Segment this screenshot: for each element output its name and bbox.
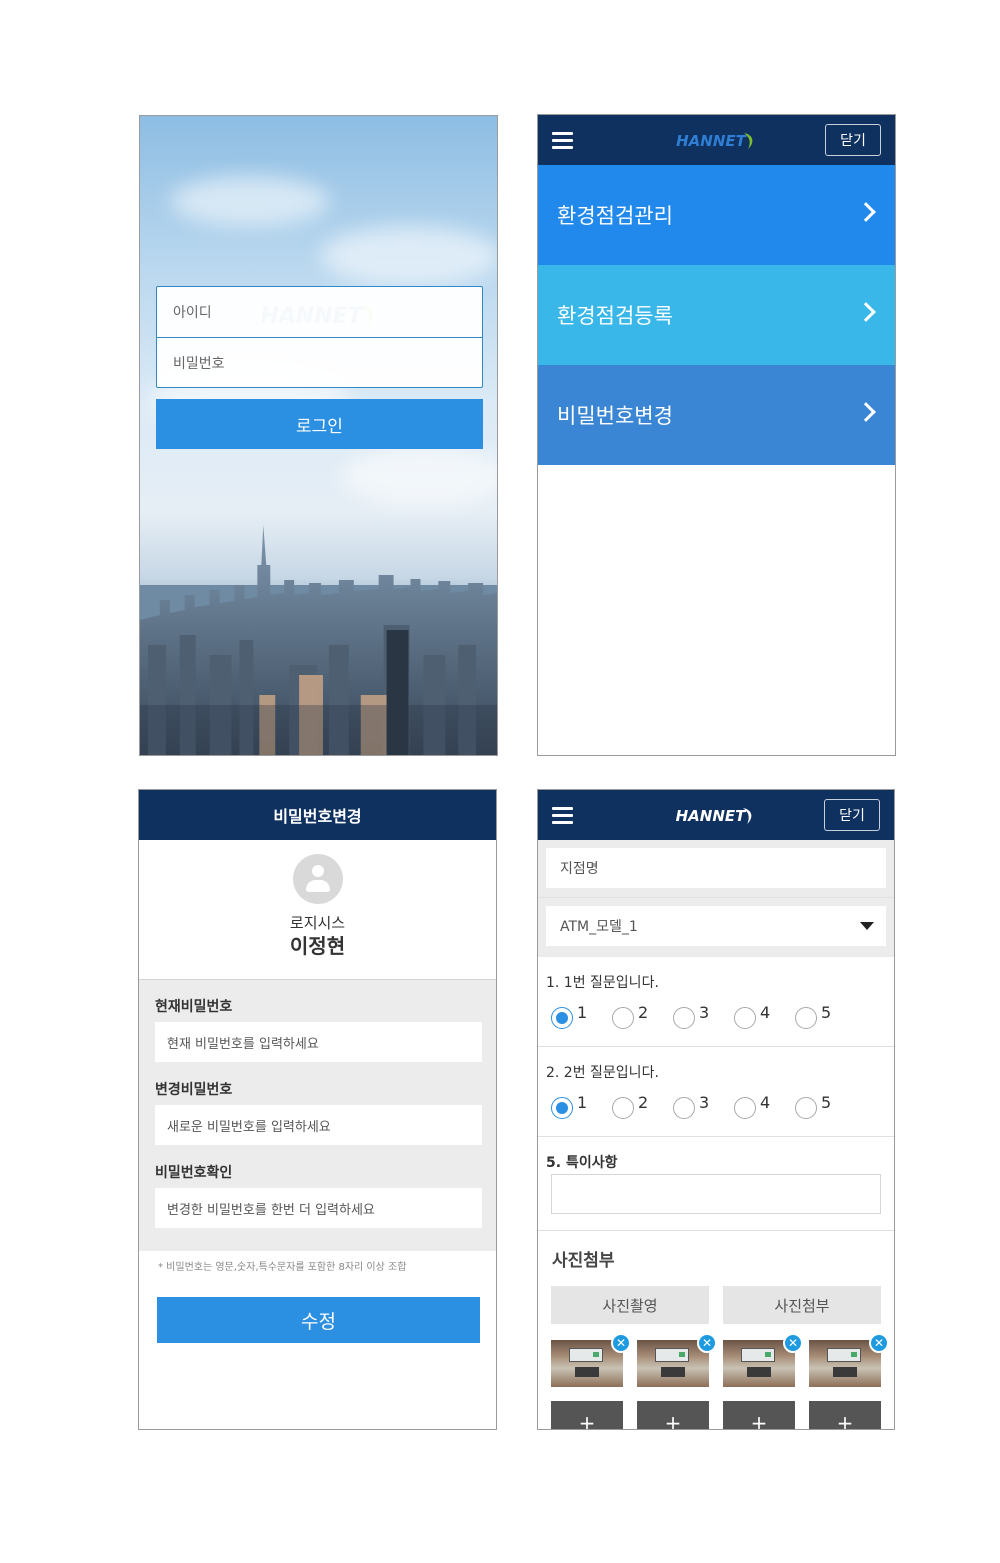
new-password-label: 변경비밀번호: [155, 1082, 233, 1098]
radio-option[interactable]: 4: [734, 1093, 795, 1119]
take-photo-button[interactable]: 사진촬영: [551, 1286, 709, 1324]
new-password-input[interactable]: 새로운 비밀번호를 입력하세요: [155, 1105, 482, 1145]
photo-thumbnail[interactable]: ✕: [809, 1333, 889, 1387]
chevron-right-icon: [856, 202, 876, 222]
radio-label: 2: [638, 1093, 649, 1112]
app-header: HANNET 닫기: [538, 790, 894, 840]
photo-thumbnail[interactable]: ✕: [723, 1333, 803, 1387]
close-button[interactable]: 닫기: [824, 799, 880, 831]
login-screen: HANNET 아이디 비밀번호 로그인: [139, 115, 498, 756]
remove-photo-icon[interactable]: ✕: [697, 1333, 717, 1353]
model-select[interactable]: ATM_모델_1: [546, 906, 886, 946]
confirm-password-label: 비밀번호확인: [155, 1165, 233, 1181]
radio-unchecked-icon[interactable]: [673, 1097, 695, 1119]
radio-label: 2: [638, 1003, 649, 1022]
login-button[interactable]: 로그인: [156, 399, 483, 449]
id-input[interactable]: 아이디: [157, 287, 482, 337]
remarks-input[interactable]: [551, 1174, 881, 1214]
radio-label: 5: [821, 1003, 832, 1022]
radio-option[interactable]: 2: [612, 1003, 673, 1029]
dropdown-arrow-icon: [860, 922, 874, 930]
radio-unchecked-icon[interactable]: [795, 1007, 817, 1029]
photo-thumbnail[interactable]: ✕: [551, 1333, 631, 1387]
remove-photo-icon[interactable]: ✕: [783, 1333, 803, 1353]
menu-screen: HANNET 닫기 환경점검관리 환경점검등록 비밀번호변경: [537, 114, 896, 756]
password-fields: 현재비밀번호 현재 비밀번호를 입력하세요 변경비밀번호 새로운 비밀번호를 입…: [139, 979, 496, 1251]
question-1-title: 1. 1번 질문입니다.: [546, 975, 659, 991]
question-2-options: 1 2 3 4 5: [551, 1093, 856, 1119]
login-form: 아이디 비밀번호: [156, 286, 483, 388]
attach-photo-button[interactable]: 사진첨부: [723, 1286, 881, 1324]
menu-item-password-change[interactable]: 비밀번호변경: [538, 365, 895, 465]
question-2-title: 2. 2번 질문입니다.: [546, 1065, 659, 1081]
radio-label: 4: [760, 1093, 771, 1112]
page-title: 비밀번호변경: [139, 790, 496, 840]
submit-button[interactable]: 수정: [157, 1297, 480, 1343]
user-name: 이정현: [289, 934, 346, 958]
chevron-right-icon: [856, 402, 876, 422]
menu-item-environment-registration[interactable]: 환경점검등록: [538, 265, 895, 365]
radio-option[interactable]: 1: [551, 1093, 612, 1119]
close-button[interactable]: 닫기: [825, 124, 881, 156]
inspection-form-screen: HANNET 닫기 지점명 ATM_모델_1 1. 1번 질문입니다. 1 2 3 4…: [537, 789, 895, 1430]
add-photo-tile[interactable]: +: [551, 1401, 623, 1429]
radio-checked-icon[interactable]: [551, 1007, 573, 1029]
remarks-label: 5. 특이사항: [546, 1155, 618, 1171]
radio-checked-icon[interactable]: [551, 1097, 573, 1119]
radio-label: 3: [699, 1003, 710, 1022]
radio-option[interactable]: 2: [612, 1093, 673, 1119]
avatar: [293, 854, 343, 904]
radio-label: 1: [577, 1003, 588, 1022]
radio-option[interactable]: 3: [673, 1003, 734, 1029]
radio-option[interactable]: 1: [551, 1003, 612, 1029]
radio-label: 1: [577, 1093, 588, 1112]
confirm-password-input[interactable]: 변경한 비밀번호를 한번 더 입력하세요: [155, 1188, 482, 1228]
app-header: HANNET 닫기: [538, 115, 895, 165]
password-input[interactable]: 비밀번호: [157, 337, 482, 387]
password-rule-note: * 비밀번호는 영문,숫자,특수문자를 포함한 8자리 이상 조합: [158, 1262, 407, 1273]
radio-label: 3: [699, 1093, 710, 1112]
radio-label: 5: [821, 1093, 832, 1112]
radio-unchecked-icon[interactable]: [673, 1007, 695, 1029]
photo-section-title: 사진첨부: [552, 1251, 615, 1271]
radio-option[interactable]: 5: [795, 1093, 856, 1119]
add-photo-tile[interactable]: +: [637, 1401, 709, 1429]
question-1-options: 1 2 3 4 5: [551, 1003, 856, 1029]
radio-unchecked-icon[interactable]: [612, 1007, 634, 1029]
add-photo-tile[interactable]: +: [809, 1401, 881, 1429]
photo-thumbnail[interactable]: ✕: [637, 1333, 717, 1387]
radio-unchecked-icon[interactable]: [612, 1097, 634, 1119]
menu-item-environment-management[interactable]: 환경점검관리: [538, 165, 895, 265]
remove-photo-icon[interactable]: ✕: [869, 1333, 889, 1353]
logo-swoosh-icon: [743, 133, 753, 149]
logo-swoosh-icon: [743, 808, 752, 824]
radio-option[interactable]: 3: [673, 1093, 734, 1119]
radio-option[interactable]: 5: [795, 1003, 856, 1029]
radio-unchecked-icon[interactable]: [734, 1007, 756, 1029]
radio-unchecked-icon[interactable]: [795, 1097, 817, 1119]
password-change-screen: 비밀번호변경 로지시스 이정현 현재비밀번호 현재 비밀번호를 입력하세요 변경…: [138, 789, 497, 1430]
radio-option[interactable]: 4: [734, 1003, 795, 1029]
branch-input[interactable]: 지점명: [546, 848, 886, 888]
current-password-input[interactable]: 현재 비밀번호를 입력하세요: [155, 1022, 482, 1062]
add-photo-tile[interactable]: +: [723, 1401, 795, 1429]
chevron-right-icon: [856, 302, 876, 322]
current-password-label: 현재비밀번호: [155, 999, 233, 1015]
radio-unchecked-icon[interactable]: [734, 1097, 756, 1119]
city-skyline-image: [140, 525, 497, 755]
remove-photo-icon[interactable]: ✕: [611, 1333, 631, 1353]
radio-label: 4: [760, 1003, 771, 1022]
